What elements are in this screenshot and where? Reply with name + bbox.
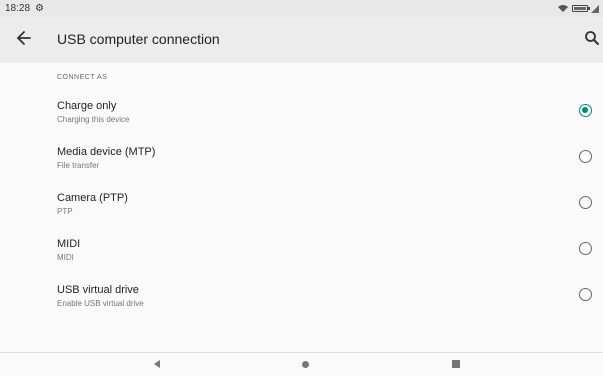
radio-button[interactable] <box>579 288 592 301</box>
back-triangle-icon[interactable] <box>154 360 160 368</box>
option-midi[interactable]: MIDI MIDI <box>0 238 603 282</box>
option-charge-only[interactable]: Charge only Charging this device <box>0 100 603 144</box>
option-label: Charge only <box>57 100 117 112</box>
radio-button[interactable] <box>579 196 592 209</box>
option-media-device[interactable]: Media device (MTP) File transfer <box>0 146 603 190</box>
page-title: USB computer connection <box>57 31 220 47</box>
option-label: Media device (MTP) <box>57 146 156 158</box>
app-bar: USB computer connection <box>0 17 603 63</box>
option-usb-virtual-drive[interactable]: USB virtual drive Enable USB virtual dri… <box>0 284 603 328</box>
section-header: CONNECT AS <box>57 74 108 81</box>
gear-icon: ⚙ <box>35 2 44 14</box>
status-time: 18:28 <box>5 3 31 14</box>
option-label: Camera (PTP) <box>57 192 128 204</box>
status-bar: 18:28 ⚙ <box>0 0 603 17</box>
search-icon[interactable] <box>584 30 600 46</box>
option-sub: PTP <box>57 207 73 216</box>
recents-square-icon[interactable] <box>452 360 460 368</box>
option-sub: MIDI <box>57 253 74 262</box>
arrow-left-icon[interactable] <box>14 28 34 48</box>
radio-button[interactable] <box>579 104 592 117</box>
home-circle-icon[interactable] <box>302 361 309 368</box>
battery-icon <box>572 5 590 12</box>
option-camera[interactable]: Camera (PTP) PTP <box>0 192 603 236</box>
signal-icon <box>591 4 599 13</box>
radio-button[interactable] <box>579 150 592 163</box>
wifi-icon <box>558 5 568 12</box>
option-label: MIDI <box>57 238 81 250</box>
option-label: USB virtual drive <box>57 284 139 296</box>
option-sub: Enable USB virtual drive <box>57 299 144 308</box>
option-sub: File transfer <box>57 161 100 170</box>
option-sub: Charging this device <box>57 115 130 124</box>
navigation-bar <box>0 352 603 376</box>
radio-button[interactable] <box>579 242 592 255</box>
